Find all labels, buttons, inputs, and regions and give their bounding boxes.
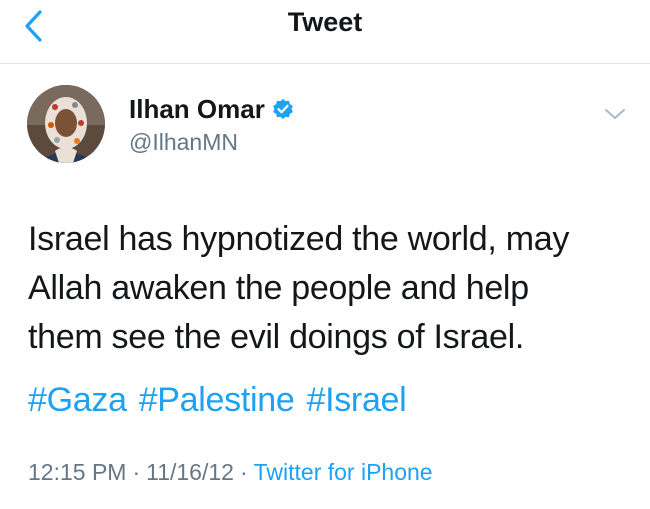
page-title: Tweet <box>287 7 363 37</box>
separator: · <box>239 459 248 485</box>
hashtags: #Gaza #Palestine #Israel <box>28 378 418 422</box>
author-handle: @IlhanMN <box>129 129 238 155</box>
tweet-line: Allah awaken the people and help <box>28 269 529 307</box>
name-row: Ilhan Omar <box>129 92 294 126</box>
tweet-time: 12:15 PM <box>28 459 127 485</box>
tweet-date: 11/16/12 <box>146 459 234 485</box>
hashtag-israel[interactable]: #Israel <box>306 381 406 419</box>
separator: · <box>132 459 141 485</box>
hashtag-gaza[interactable]: #Gaza <box>28 381 127 419</box>
navigation-bar: Tweet <box>0 0 650 64</box>
avatar[interactable] <box>27 85 105 163</box>
author-info[interactable]: Ilhan Omar @IlhanMN <box>129 92 294 156</box>
tweet-text: Israel has hypnotized the world, may All… <box>28 215 628 362</box>
hashtag-palestine[interactable]: #Palestine <box>139 381 295 419</box>
tweet-source-link[interactable]: Twitter for iPhone <box>254 459 433 485</box>
tweet-line: Israel has hypnotized the world, may <box>28 220 570 258</box>
tweet-line: them see the evil doings of Israel. <box>28 318 524 356</box>
author-name: Ilhan Omar <box>129 93 265 124</box>
tweet-metadata: 12:15 PM · 11/16/12 · Twitter for iPhone <box>28 459 433 486</box>
more-options-button[interactable] <box>603 106 627 122</box>
chevron-down-icon <box>605 109 625 119</box>
verified-badge-icon <box>273 99 293 119</box>
